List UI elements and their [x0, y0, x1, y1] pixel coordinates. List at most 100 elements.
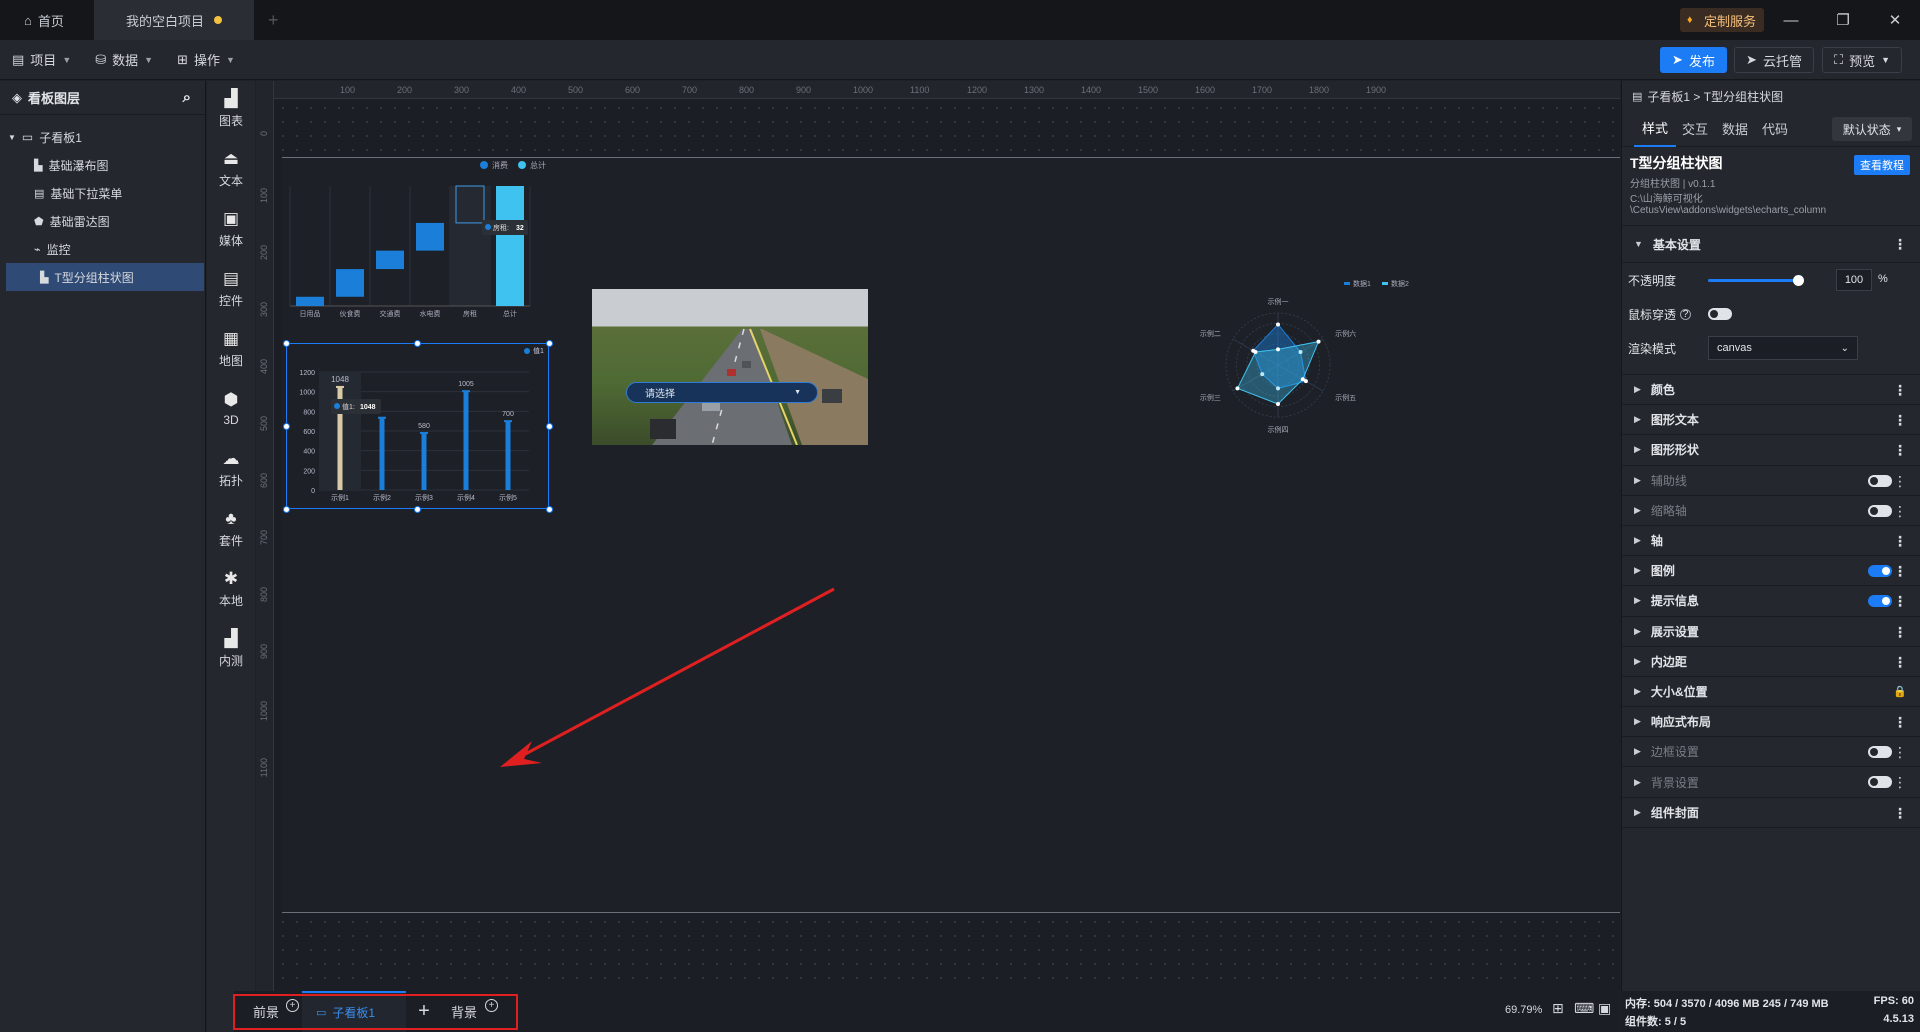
more-icon[interactable]: ⋮ [1893, 744, 1907, 760]
tool-3d[interactable]: ⬢ 3D [207, 381, 255, 437]
radar-point[interactable] [1276, 347, 1280, 352]
more-icon[interactable]: ⋮ [1893, 714, 1907, 730]
more-icon[interactable]: ⋮ [1893, 533, 1907, 549]
editor-canvas[interactable]: 100 200 300 400 500 600 700 800 900 1000 1100 1200 1… [256, 81, 1620, 991]
menu-operate[interactable]: ⊞ 操作 ▼ [177, 50, 235, 69]
cloud-host-button[interactable]: ➤ 云托管 [1734, 47, 1814, 73]
layer-item-monitor[interactable]: ⌁ 监控 [0, 235, 205, 263]
section-5[interactable]: ▶ 轴 ⋮ [1622, 526, 1920, 557]
preview-button[interactable]: ⛶ 预览 ▼ [1822, 47, 1902, 73]
resize-handle[interactable] [282, 422, 290, 430]
keyboard-icon[interactable]: ⌨ [1574, 1000, 1594, 1017]
help-icon[interactable]: ? [1680, 308, 1692, 320]
opacity-slider-handle[interactable] [1793, 275, 1804, 286]
more-icon[interactable]: ⋮ [1893, 412, 1907, 428]
layer-root[interactable]: ▼ ▭ 子看板1 [0, 123, 205, 151]
custom-service-button[interactable]: ♦ 定制服务 [1680, 8, 1765, 32]
section-0[interactable]: ▶ 颜色 ⋮ [1622, 375, 1920, 406]
section-2[interactable]: ▶ 图形形状 ⋮ [1622, 435, 1920, 466]
terminal-icon[interactable]: ▣ [1598, 1000, 1611, 1017]
section-12[interactable]: ▶ 边框设置 ⋮ [1622, 737, 1920, 768]
resize-handle[interactable] [414, 505, 421, 513]
search-icon[interactable]: ⌕ [183, 89, 191, 106]
resize-handle[interactable] [282, 339, 290, 347]
menu-data[interactable]: ⛁ 数据 ▼ [95, 50, 153, 69]
waterfall-chart[interactable]: 消费 总计日用品 伙食费 交通费 水电费 房租 总计房租: 32 [276, 151, 606, 321]
bar[interactable] [505, 421, 511, 490]
radar-point[interactable] [1300, 377, 1305, 382]
ruler-horizontal[interactable]: 100 200 300 400 500 600 700 800 900 1000 1100 1200 1… [256, 81, 1620, 99]
opacity-input[interactable]: 100 [1836, 269, 1872, 291]
section-11[interactable]: ▶ 响应式布局 ⋮ [1622, 707, 1920, 738]
bar[interactable] [379, 417, 385, 490]
more-icon[interactable]: ⋮ [1893, 503, 1907, 519]
close-icon[interactable]: ✕ [1872, 0, 1918, 40]
radar-point[interactable] [1253, 350, 1258, 354]
more-icon[interactable]: ⋮ [1893, 382, 1907, 398]
section-basic-settings[interactable]: ▼ 基本设置 ⋮ [1622, 226, 1920, 263]
radar-point[interactable] [1276, 322, 1280, 327]
tab-project[interactable]: 我的空白项目 [94, 0, 254, 40]
tool-map[interactable]: ▦ 地图 [207, 321, 255, 377]
more-icon[interactable]: ⋮ [1893, 774, 1907, 790]
resize-handle[interactable] [545, 339, 553, 347]
restore-icon[interactable]: ❐ [1820, 0, 1866, 40]
section-14[interactable]: ▶ 组件封面 ⋮ [1622, 798, 1920, 828]
zoom-level[interactable]: 69.79% [1505, 1004, 1542, 1016]
mouse-through-toggle[interactable] [1708, 308, 1732, 320]
section-7[interactable]: ▶ 提示信息 ⋮ [1622, 586, 1920, 617]
section-toggle[interactable] [1868, 504, 1892, 517]
resize-handle[interactable] [545, 505, 553, 513]
more-icon[interactable]: ⋮ [1893, 473, 1907, 489]
section-3[interactable]: ▶ 辅助线 ⋮ [1622, 466, 1920, 496]
section-9[interactable]: ▶ 内边距 ⋮ [1622, 647, 1920, 677]
selected-chart-frame[interactable]: 值1 0 200 400 600 800 1000 1200 1048 示例1 示例2 580 示例3 1… [286, 343, 549, 509]
more-icon[interactable]: ⋮ [1893, 563, 1907, 579]
more-icon[interactable]: ⋮ [1893, 442, 1907, 458]
resize-handle[interactable] [545, 422, 553, 430]
tab-data[interactable]: 数据 [1714, 119, 1756, 138]
tool-local[interactable]: ✱ 本地 [207, 561, 255, 617]
section-13[interactable]: ▶ 背景设置 ⋮ [1622, 767, 1920, 798]
layer-item-radar[interactable]: ⬟ 基础雷达图 [0, 207, 205, 235]
section-toggle[interactable] [1868, 776, 1892, 789]
more-icon[interactable]: ⋮ [1893, 805, 1907, 821]
tool-kit[interactable]: ♣ 套件 [207, 501, 255, 557]
section-toggle[interactable] [1868, 474, 1892, 487]
render-mode-select[interactable]: canvas ⌄ [1708, 336, 1858, 360]
radar-point[interactable] [1316, 339, 1321, 344]
radar-point[interactable] [1276, 402, 1280, 406]
radar-chart[interactable]: 数据1 数据2 示例一示例六示例五示例四 示例三 示例二 [1176, 277, 1426, 442]
tab-home[interactable]: ⌂ 首页 [0, 0, 94, 40]
resize-handle[interactable] [414, 339, 421, 347]
fit-screen-icon[interactable]: ⊞ [1552, 1000, 1564, 1017]
tab-interaction[interactable]: 交互 [1676, 119, 1714, 138]
tool-media[interactable]: ▣ 媒体 [207, 201, 255, 257]
tool-control[interactable]: ▤ 控件 [207, 261, 255, 317]
tbar-chart[interactable]: 值1 0 200 400 600 800 1000 1200 1048 示例1 示例2 580 示例3 1… [287, 344, 550, 510]
section-toggle[interactable] [1868, 746, 1892, 759]
publish-button[interactable]: ➤ 发布 [1660, 47, 1727, 73]
tool-chart[interactable]: ▟ 图表 [207, 81, 255, 137]
view-tutorial-button[interactable]: 查看教程 [1854, 155, 1910, 175]
waterfall-bar[interactable] [376, 250, 404, 270]
minimize-icon[interactable]: — [1768, 0, 1814, 40]
new-tab-icon[interactable]: + [268, 10, 279, 31]
tool-beta[interactable]: ▟ 内测 [207, 621, 255, 677]
section-toggle[interactable] [1868, 595, 1892, 608]
section-4[interactable]: ▶ 缩略轴 ⋮ [1622, 496, 1920, 526]
resize-handle[interactable] [282, 505, 290, 513]
ruler-vertical[interactable]: 0 100 200 300 400 500 600 700 800 900 1000 1100 [256, 81, 274, 991]
layer-item-dropdown[interactable]: ▤ 基础下拉菜单 [0, 179, 205, 207]
lock-icon[interactable]: 🔒 [1893, 684, 1907, 700]
tab-code[interactable]: 代码 [1756, 119, 1794, 138]
radar-point[interactable] [1235, 386, 1240, 391]
layer-item-tbar[interactable]: ▙ T型分组柱状图 [6, 263, 204, 291]
state-select[interactable]: 默认状态 ▾ [1832, 117, 1912, 141]
more-icon[interactable]: ⋮ [1893, 593, 1907, 609]
section-10[interactable]: ▶ 大小&位置 🔒 [1622, 677, 1920, 708]
waterfall-bar[interactable] [336, 269, 364, 297]
tool-topology[interactable]: ☁ 拓扑 [207, 441, 255, 497]
waterfall-bar[interactable] [296, 296, 324, 306]
waterfall-bar[interactable] [416, 222, 444, 251]
